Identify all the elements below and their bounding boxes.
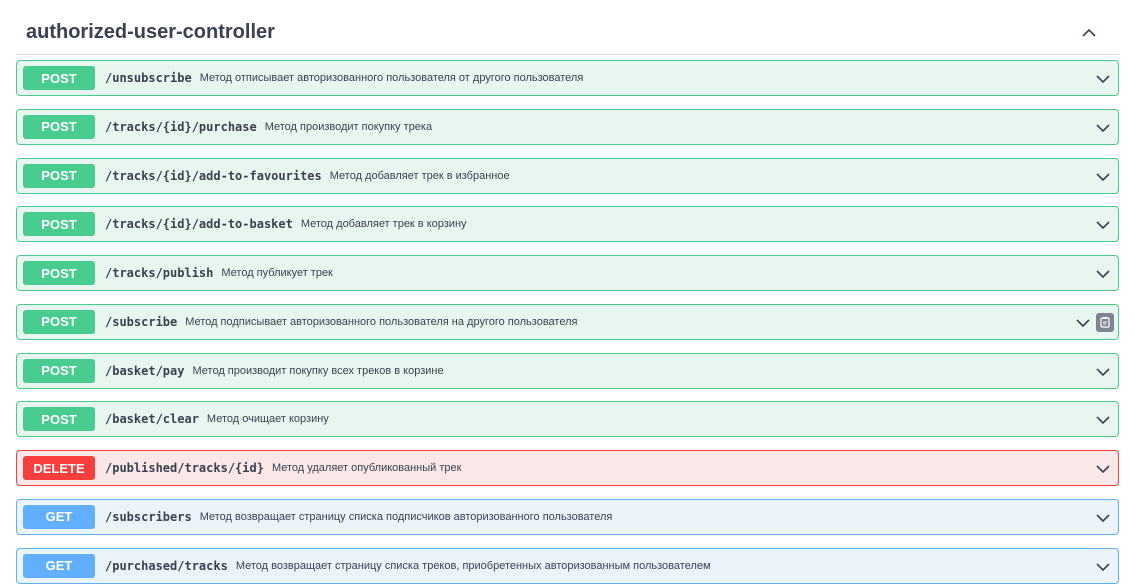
operation-basket-pay[interactable]: POST /basket/pay Метод производит покупк…	[16, 352, 1119, 389]
chevron-down-icon[interactable]	[1094, 411, 1112, 429]
operation-tracks-publish[interactable]: POST /tracks/publish Метод публикует тре…	[16, 255, 1119, 291]
chevron-down-icon[interactable]	[1094, 265, 1112, 283]
operation-summary: Метод добавляет трек в корзину	[300, 218, 467, 231]
method-badge: POST	[23, 66, 95, 90]
method-badge: GET	[23, 504, 95, 529]
operation-path: /published/tracks/{id}	[105, 461, 264, 475]
tag-header[interactable]: authorized-user-controller	[16, 12, 1119, 55]
chevron-down-icon[interactable]	[1094, 70, 1112, 88]
method-badge: POST	[23, 309, 95, 334]
operation-basket-clear[interactable]: POST /basket/clear Метод очищает корзину	[16, 401, 1119, 438]
operation-published-tracks-delete[interactable]: DELETE /published/tracks/{id} Метод удал…	[16, 450, 1119, 486]
chevron-down-icon[interactable]	[1074, 314, 1092, 332]
operations-list: POST /unsubscribe Метод отписывает автор…	[16, 60, 1119, 584]
operation-tracks-add-to-favourites[interactable]: POST /tracks/{id}/add-to-favourites Мето…	[16, 157, 1119, 194]
operation-summary: Метод производит покупку трека	[264, 120, 433, 133]
operation-path: /tracks/{id}/add-to-favourites	[105, 168, 322, 183]
copy-to-clipboard-icon[interactable]	[1096, 312, 1114, 332]
operation-path: /subscribers	[105, 509, 192, 524]
operation-summary: Метод подписывает авторизованного пользо…	[185, 315, 578, 328]
operation-tracks-purchase[interactable]: POST /tracks/{id}/purchase Метод произво…	[16, 108, 1119, 145]
chevron-down-icon[interactable]	[1094, 509, 1112, 527]
operation-subscribe[interactable]: POST /subscribe Метод подписывает автори…	[16, 303, 1119, 340]
operation-path: /subscribe	[105, 314, 178, 329]
method-badge: POST	[23, 212, 95, 237]
operation-unsubscribe[interactable]: POST /unsubscribe Метод отписывает автор…	[16, 60, 1119, 96]
method-badge: GET	[23, 553, 95, 578]
operation-summary: Метод добавляет трек в избранное	[329, 169, 510, 182]
method-badge: POST	[23, 261, 95, 285]
chevron-down-icon[interactable]	[1094, 168, 1112, 186]
chevron-down-icon[interactable]	[1094, 119, 1112, 137]
operation-summary: Метод удаляет опубликованный трек	[271, 462, 462, 474]
operation-path: /unsubscribe	[105, 71, 192, 85]
operation-summary: Метод отписывает авторизованного пользов…	[199, 72, 584, 84]
operation-summary: Метод очищает корзину	[206, 413, 329, 426]
method-badge: POST	[23, 407, 95, 432]
operation-summary: Метод возвращает страницу списка подписч…	[199, 510, 613, 523]
operation-summary: Метод возвращает страницу списка треков,…	[235, 559, 711, 572]
operation-summary: Метод публикует трек	[221, 267, 333, 279]
operation-tracks-add-to-basket[interactable]: POST /tracks/{id}/add-to-basket Метод до…	[16, 206, 1119, 243]
chevron-up-icon[interactable]	[1079, 23, 1099, 43]
method-badge: DELETE	[23, 456, 95, 480]
method-badge: POST	[23, 358, 95, 383]
chevron-down-icon[interactable]	[1094, 558, 1112, 576]
method-badge: POST	[23, 163, 95, 188]
operation-purchased-tracks[interactable]: GET /purchased/tracks Метод возвращает с…	[16, 547, 1119, 584]
operation-path: /purchased/tracks	[105, 558, 228, 573]
chevron-down-icon[interactable]	[1094, 460, 1112, 478]
chevron-down-icon[interactable]	[1094, 363, 1112, 381]
operation-subscribers[interactable]: GET /subscribers Метод возвращает страни…	[16, 498, 1119, 535]
operation-path: /basket/pay	[105, 363, 185, 378]
tag-title: authorized-user-controller	[26, 21, 275, 43]
operation-path: /tracks/{id}/purchase	[105, 119, 257, 134]
operation-path: /tracks/{id}/add-to-basket	[105, 217, 293, 232]
operation-summary: Метод производит покупку всех треков в к…	[192, 364, 444, 377]
operation-path: /basket/clear	[105, 412, 199, 427]
operation-path: /tracks/publish	[105, 266, 214, 280]
method-badge: POST	[23, 114, 95, 139]
chevron-down-icon[interactable]	[1094, 216, 1112, 234]
